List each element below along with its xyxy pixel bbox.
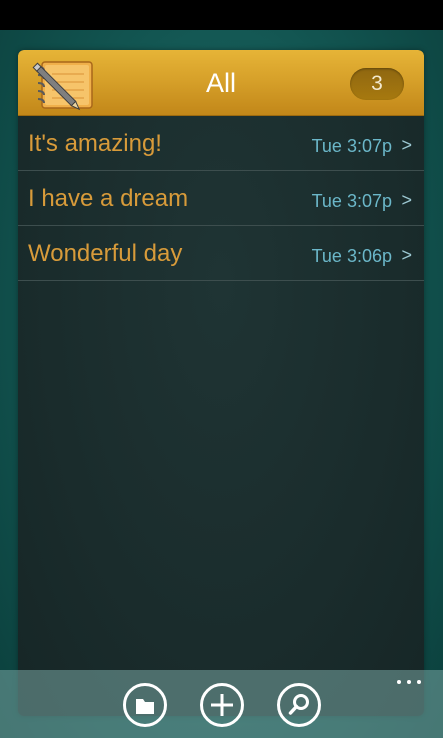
chevron-right-icon: > (401, 190, 412, 210)
note-list: It's amazing! Tue 3:07p > I have a dream… (18, 116, 424, 281)
note-timestamp: Tue 3:06p (311, 246, 392, 266)
status-bar (0, 0, 443, 30)
screen: All 3 It's amazing! Tue 3:07p > I have a… (0, 0, 443, 738)
note-count-badge: 3 (350, 68, 404, 100)
note-title: It's amazing! (28, 130, 162, 157)
note-row[interactable]: I have a dream Tue 3:07p > (18, 171, 424, 226)
note-timestamp: Tue 3:07p (311, 191, 392, 211)
search-icon (288, 694, 309, 715)
note-timestamp: Tue 3:07p (311, 136, 392, 156)
category-header[interactable]: All 3 (18, 50, 424, 116)
search-button[interactable] (277, 683, 321, 727)
note-row[interactable]: Wonderful day Tue 3:06p > (18, 226, 424, 281)
chevron-right-icon: > (401, 245, 412, 265)
add-icon (211, 694, 233, 716)
notes-panel: All 3 It's amazing! Tue 3:07p > I have a… (18, 50, 424, 716)
chevron-right-icon: > (401, 135, 412, 155)
note-row[interactable]: It's amazing! Tue 3:07p > (18, 116, 424, 171)
application-bar (0, 670, 443, 738)
note-title: I have a dream (28, 185, 189, 212)
note-title: Wonderful day (28, 240, 183, 267)
more-dots-icon[interactable] (395, 676, 425, 688)
add-note-button[interactable] (200, 683, 244, 727)
folder-button[interactable] (123, 683, 167, 727)
folder-icon (136, 699, 154, 714)
